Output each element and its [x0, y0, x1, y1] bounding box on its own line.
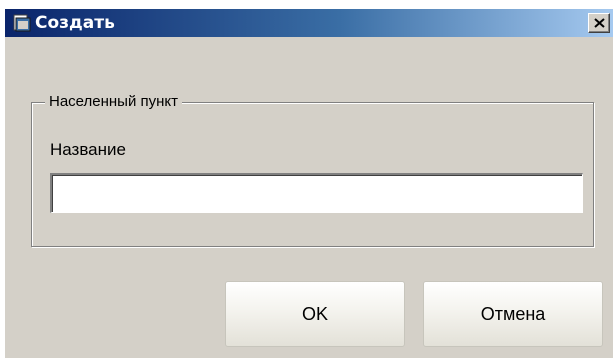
groupbox-legend: Населенный пункт: [45, 93, 183, 111]
name-label: Название: [50, 140, 126, 159]
title-bar[interactable]: Создать: [5, 9, 613, 37]
close-icon: [594, 18, 605, 28]
name-input[interactable]: [50, 173, 583, 213]
window-title: Создать: [35, 13, 115, 33]
close-button[interactable]: [588, 13, 610, 33]
create-dialog: Создать Населенный пункт Название OK Отм…: [4, 8, 613, 358]
cancel-button[interactable]: Отмена: [423, 281, 603, 347]
ok-button[interactable]: OK: [225, 281, 405, 347]
folder-icon: [13, 14, 31, 32]
